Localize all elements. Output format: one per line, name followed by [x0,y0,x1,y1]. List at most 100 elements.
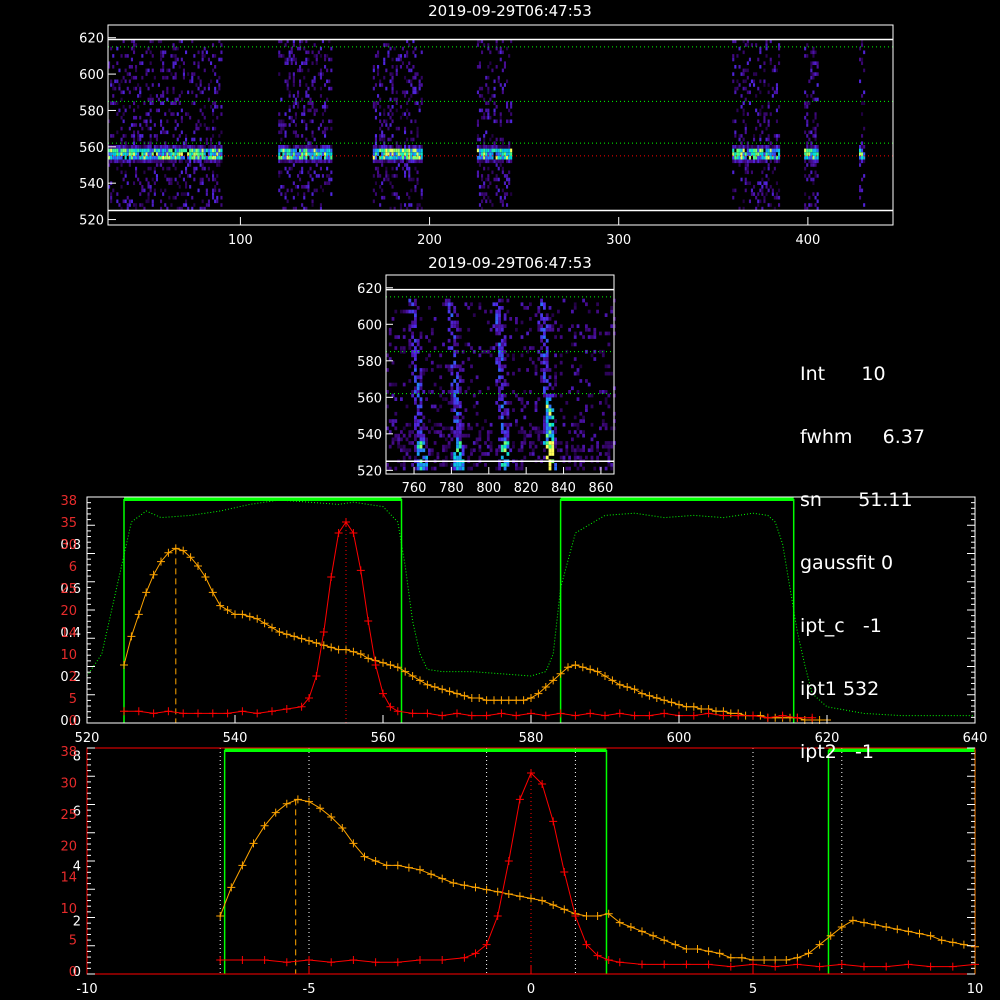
heat-cell [216,163,219,167]
heat-cell [411,390,414,394]
heat-cell [753,134,756,138]
heat-cell [601,411,605,416]
heat-cell [303,108,306,113]
heat-cell [195,159,198,164]
heat-cell [120,185,123,189]
heat-cell [508,108,511,113]
heat-cell [761,185,764,189]
heat-cell [755,43,758,47]
heat-cell [483,145,486,149]
data-point [704,960,713,969]
heat-cell [778,155,781,160]
heat-cell [128,65,131,69]
heat-cell [404,94,407,98]
heat-cell [297,159,300,164]
heat-cell [814,61,817,65]
heat-cell [458,441,462,445]
heat-cell [545,441,549,445]
heat-cell [400,430,403,434]
heat-cell [170,203,173,207]
heat-cell [775,108,778,113]
heat-cell [394,346,398,350]
heat-cell [393,152,396,156]
heat-cell [411,302,414,307]
heat-cell [548,368,552,372]
heat-cell [748,181,751,185]
heat-cell [604,397,608,401]
heat-cell [461,379,465,383]
heat-cell [461,368,465,372]
heat-cell [501,159,504,164]
heat-cell [775,145,778,149]
heat-cell [526,368,529,372]
heat-cell [114,152,117,156]
heat-cell [162,50,165,55]
heat-cell [199,181,202,185]
heat-cell [461,415,465,420]
heat-cell [187,159,190,164]
heat-cell [775,83,778,87]
heat-cell [495,327,499,332]
data-point [290,632,299,641]
heat-cell [387,145,390,149]
heat-cell [534,444,538,449]
heat-cell [164,130,167,135]
heat-cell [130,159,133,164]
heat-cell [859,188,862,193]
heat-cell [861,94,864,98]
heat-cell [492,346,496,350]
heat-cell [141,61,144,65]
heat-cell [573,371,577,376]
heat-cell [814,174,817,178]
heat-cell [218,57,221,62]
heat-cell [568,466,571,471]
heat-cell [133,123,136,127]
heat-cell [412,90,415,95]
data-point [504,890,513,898]
heat-cell [374,115,377,120]
heat-cell [133,152,136,156]
heat-cell [187,192,190,196]
heat-cell [750,79,753,84]
heat-cell [391,166,394,171]
heat-cell [767,163,770,167]
heat-cell [576,390,580,394]
heat-cell [757,181,760,185]
heat-cell [218,134,221,138]
heat-cell [133,46,136,51]
heat-cell [301,61,304,65]
heat-cell [381,195,384,200]
heat-cell [773,155,776,160]
heat-cell [301,170,304,175]
heat-cell [282,152,285,156]
heat-cell [162,65,165,69]
heat-cell [467,426,471,431]
heat-cell [128,72,131,76]
heat-cell [408,174,411,178]
heat-cell [804,174,807,178]
heat-cell [812,152,815,156]
heat-cell [391,422,395,427]
heat-cell [765,145,768,149]
heat-cell [510,152,513,156]
heat-cell [164,148,167,153]
heat-cell [139,145,142,149]
heat-cell [280,97,283,102]
heat-cell [498,313,501,317]
heat-cell [430,390,434,394]
data-point [438,956,447,964]
heat-cell [128,79,131,84]
data-point [560,868,569,876]
heat-cell [155,145,158,149]
data-point [667,698,676,707]
heat-cell [773,159,776,164]
heat-cell [439,433,443,438]
heat-cell [153,188,156,193]
data-point [726,953,735,962]
data-point [327,573,336,581]
heat-cell [515,466,518,471]
heat-cell [297,174,300,178]
heat-cell [442,463,445,467]
heat-cell [545,346,549,350]
heat-cell [734,159,737,164]
